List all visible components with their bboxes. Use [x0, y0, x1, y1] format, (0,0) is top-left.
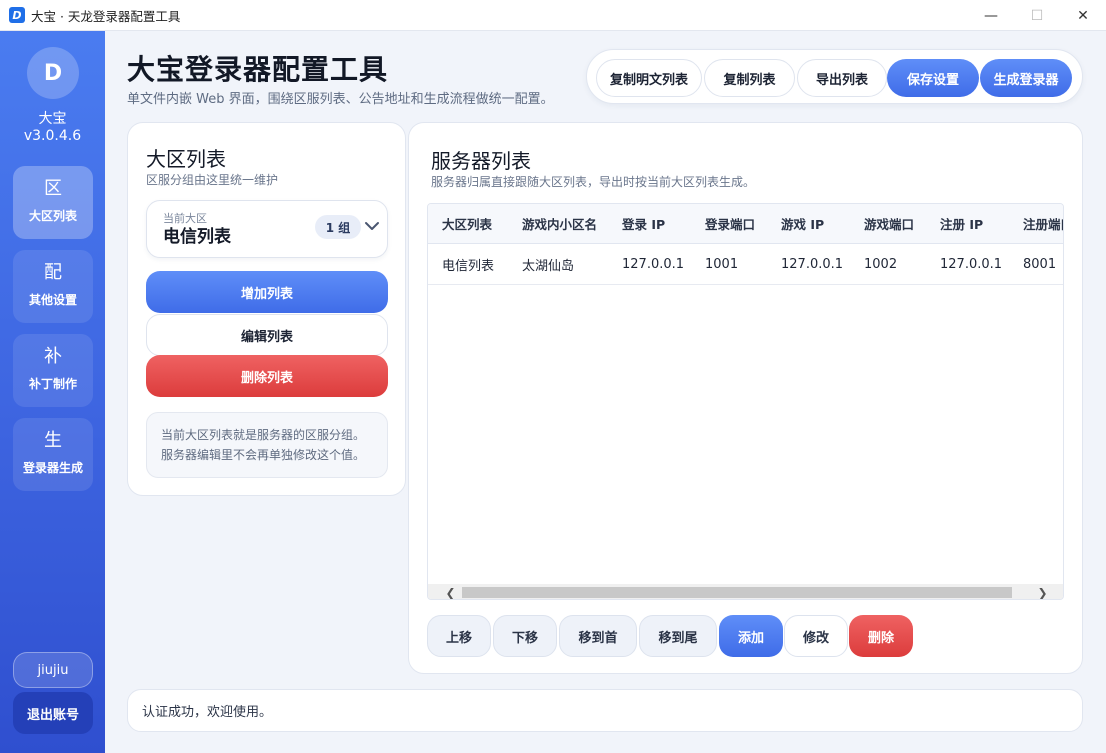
generate-launcher-button[interactable]: 生成登录器	[980, 59, 1072, 97]
server-list-panel: 服务器列表 服务器归属直接跟随大区列表，导出时按当前大区列表生成。 大区列表 游…	[408, 122, 1083, 674]
column-header[interactable]: 登录 IP	[622, 204, 700, 243]
app-logo-icon: D	[9, 7, 25, 23]
zone-list-icon: 区	[44, 178, 62, 199]
logout-button[interactable]: 退出账号	[13, 692, 93, 734]
close-button[interactable]: ✕	[1060, 0, 1106, 31]
table-cell: 127.0.0.1	[940, 256, 1003, 272]
sidebar-item-other-settings[interactable]: 配 其他设置	[13, 250, 93, 323]
zone-panel-subtitle: 区服分组由这里统一维护	[146, 173, 279, 187]
settings-icon: 配	[44, 262, 62, 283]
chevron-down-icon	[362, 216, 382, 236]
scrollbar-thumb[interactable]	[462, 587, 1012, 598]
column-header[interactable]: 游戏端口	[864, 204, 936, 243]
column-header[interactable]: 游戏内小区名	[522, 204, 618, 243]
page-title: 大宝登录器配置工具	[127, 53, 389, 86]
page-subtitle: 单文件内嵌 Web 界面，围绕区服列表、公告地址和生成流程做统一配置。	[127, 92, 554, 107]
app-version: v3.0.4.6	[23, 128, 82, 144]
export-list-button[interactable]: 导出列表	[797, 59, 887, 97]
table-cell: 电信列表	[442, 258, 495, 274]
scroll-left-icon[interactable]: ❮	[442, 584, 459, 600]
add-zone-button[interactable]: 增加列表	[146, 271, 388, 313]
save-settings-button[interactable]: 保存设置	[887, 59, 979, 97]
table-cell: 1002	[864, 256, 898, 272]
note-line: 服务器编辑里不会再单独修改这个值。	[161, 448, 366, 462]
sidebar-item-label: 大区列表	[28, 209, 77, 223]
generate-icon: 生	[44, 430, 62, 451]
copy-list-button[interactable]: 复制列表	[704, 59, 795, 97]
title-bar: D 大宝 · 天龙登录器配置工具 — ☐ ✕	[0, 0, 1106, 31]
zone-select-value: 电信列表	[163, 227, 231, 247]
scroll-right-icon[interactable]: ❯	[1034, 584, 1051, 600]
horizontal-scrollbar[interactable]: ❮ ❯	[428, 584, 1063, 600]
column-header[interactable]: 游戏 IP	[781, 204, 861, 243]
maximize-button[interactable]: ☐	[1014, 0, 1060, 31]
table-cell: 8001	[1023, 256, 1057, 272]
column-header[interactable]: 注册端口	[1023, 204, 1063, 243]
add-server-button[interactable]: 添加	[719, 615, 783, 657]
edit-server-button[interactable]: 修改	[784, 615, 848, 657]
server-table: 大区列表 游戏内小区名 登录 IP 登录端口 游戏 IP 游戏端口 注册 IP …	[427, 203, 1064, 600]
table-cell: 127.0.0.1	[622, 256, 685, 272]
delete-zone-button[interactable]: 删除列表	[146, 355, 388, 397]
copy-plain-list-button[interactable]: 复制明文列表	[596, 59, 702, 97]
sidebar-item-label: 补丁制作	[28, 377, 77, 391]
top-toolbar: 复制明文列表 复制列表 导出列表 保存设置 生成登录器	[586, 49, 1083, 104]
zone-info-note: 当前大区列表就是服务器的区服分组。 服务器编辑里不会再单独修改这个值。	[146, 412, 388, 478]
move-up-button[interactable]: 上移	[427, 615, 491, 657]
server-panel-subtitle: 服务器归属直接跟随大区列表，导出时按当前大区列表生成。	[431, 175, 756, 189]
sidebar-item-label: 登录器生成	[22, 461, 83, 475]
zone-list-panel: 大区列表 区服分组由这里统一维护 当前大区 电信列表 1 组 增加列表 编辑列表…	[127, 122, 406, 496]
sidebar-user-name: 大宝	[38, 111, 67, 127]
sidebar-item-generate[interactable]: 生 登录器生成	[13, 418, 93, 491]
table-cell: 1001	[705, 256, 739, 272]
move-to-bottom-button[interactable]: 移到尾	[639, 615, 717, 657]
sidebar: D 大宝 v3.0.4.6 区 大区列表 配 其他设置 补 补丁制作 生 登录器…	[0, 31, 105, 753]
status-bar: 认证成功，欢迎使用。	[127, 689, 1083, 732]
note-line: 当前大区列表就是服务器的区服分组。	[161, 428, 366, 442]
server-panel-title: 服务器列表	[431, 149, 531, 173]
patch-icon: 补	[44, 346, 62, 367]
move-down-button[interactable]: 下移	[493, 615, 557, 657]
move-to-top-button[interactable]: 移到首	[559, 615, 637, 657]
group-count-badge: 1 组	[315, 215, 361, 239]
account-badge: jiujiu	[13, 652, 93, 688]
table-cell: 127.0.0.1	[781, 256, 844, 272]
table-header: 大区列表 游戏内小区名 登录 IP 登录端口 游戏 IP 游戏端口 注册 IP …	[428, 204, 1063, 244]
user-avatar: D	[27, 47, 79, 99]
table-row[interactable]: 电信列表 太湖仙岛 127.0.0.1 1001 127.0.0.1 1002 …	[428, 244, 1063, 285]
column-header[interactable]: 注册 IP	[940, 204, 1018, 243]
minimize-button[interactable]: —	[968, 0, 1014, 31]
zone-panel-title: 大区列表	[146, 147, 226, 171]
column-header[interactable]: 大区列表	[442, 204, 518, 243]
window-title: 大宝 · 天龙登录器配置工具	[31, 8, 181, 24]
zone-select-dropdown[interactable]: 当前大区 电信列表 1 组	[146, 200, 388, 258]
delete-server-button[interactable]: 删除	[849, 615, 913, 657]
column-header[interactable]: 登录端口	[705, 204, 777, 243]
edit-zone-button[interactable]: 编辑列表	[146, 314, 388, 356]
sidebar-item-zone-list[interactable]: 区 大区列表	[13, 166, 93, 239]
table-cell: 太湖仙岛	[522, 258, 575, 274]
sidebar-item-patch[interactable]: 补 补丁制作	[13, 334, 93, 407]
sidebar-item-label: 其他设置	[28, 293, 77, 307]
